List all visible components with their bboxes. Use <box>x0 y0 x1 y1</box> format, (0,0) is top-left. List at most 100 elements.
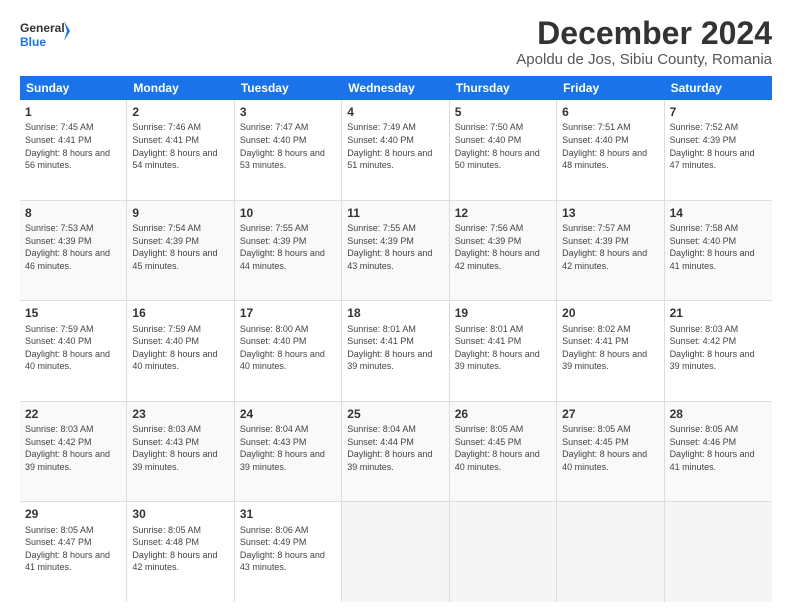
cell-info: Sunrise: 7:53 AMSunset: 4:39 PMDaylight:… <box>25 222 121 272</box>
cell-info: Sunrise: 8:03 AMSunset: 4:42 PMDaylight:… <box>670 323 767 373</box>
day-number: 29 <box>25 506 121 522</box>
cell-info: Sunrise: 7:56 AMSunset: 4:39 PMDaylight:… <box>455 222 551 272</box>
day-cell-30: 30 Sunrise: 8:05 AMSunset: 4:48 PMDayligh… <box>127 502 234 602</box>
header-day-friday: Friday <box>557 76 664 100</box>
day-number: 16 <box>132 305 228 321</box>
day-number: 4 <box>347 104 443 120</box>
day-cell-13: 13Sunrise: 7:57 AMSunset: 4:39 PMDayligh… <box>557 201 664 301</box>
day-cell-31: 31 Sunrise: 8:06 AMSunset: 4:49 PMDayligh… <box>235 502 342 602</box>
day-number: 18 <box>347 305 443 321</box>
day-number: 24 <box>240 406 336 422</box>
week-row-1: 1Sunrise: 7:45 AMSunset: 4:41 PMDaylight… <box>20 100 772 201</box>
day-number: 30 <box>132 506 228 522</box>
cell-info: Sunrise: 8:01 AMSunset: 4:41 PMDaylight:… <box>455 323 551 373</box>
cell-info: Sunrise: 8:05 AMSunset: 4:45 PMDaylight:… <box>455 423 551 473</box>
day-number: 15 <box>25 305 121 321</box>
cell-info: Sunrise: 7:59 AMSunset: 4:40 PMDaylight:… <box>132 323 228 373</box>
day-cell-10: 10Sunrise: 7:55 AMSunset: 4:39 PMDayligh… <box>235 201 342 301</box>
day-number: 14 <box>670 205 767 221</box>
day-cell-24: 24Sunrise: 8:04 AMSunset: 4:43 PMDayligh… <box>235 402 342 502</box>
day-cell-29: 29 Sunrise: 8:05 AMSunset: 4:47 PMDayligh… <box>20 502 127 602</box>
day-number: 6 <box>562 104 658 120</box>
header-day-wednesday: Wednesday <box>342 76 449 100</box>
day-cell-5: 5Sunrise: 7:50 AMSunset: 4:40 PMDaylight… <box>450 100 557 200</box>
day-cell-27: 27Sunrise: 8:05 AMSunset: 4:45 PMDayligh… <box>557 402 664 502</box>
day-number: 10 <box>240 205 336 221</box>
day-number: 31 <box>240 506 336 522</box>
page: General Blue December 2024 Apoldu de Jos… <box>0 0 792 612</box>
cell-info: Sunrise: 8:05 AMSunset: 4:48 PMDaylight:… <box>132 524 228 574</box>
day-number: 27 <box>562 406 658 422</box>
day-cell-2: 2Sunrise: 7:46 AMSunset: 4:41 PMDaylight… <box>127 100 234 200</box>
day-number: 1 <box>25 104 121 120</box>
day-number: 21 <box>670 305 767 321</box>
header-day-saturday: Saturday <box>665 76 772 100</box>
day-cell-12: 12Sunrise: 7:56 AMSunset: 4:39 PMDayligh… <box>450 201 557 301</box>
empty-cell <box>665 502 772 602</box>
cell-info: Sunrise: 7:55 AMSunset: 4:39 PMDaylight:… <box>240 222 336 272</box>
day-number: 17 <box>240 305 336 321</box>
main-title: December 2024 <box>516 16 772 51</box>
header: General Blue December 2024 Apoldu de Jos… <box>20 16 772 68</box>
day-cell-8: 8Sunrise: 7:53 AMSunset: 4:39 PMDaylight… <box>20 201 127 301</box>
cell-info: Sunrise: 8:05 AMSunset: 4:45 PMDaylight:… <box>562 423 658 473</box>
cell-info: Sunrise: 8:04 AMSunset: 4:44 PMDaylight:… <box>347 423 443 473</box>
day-number: 28 <box>670 406 767 422</box>
day-number: 11 <box>347 205 443 221</box>
cell-info: Sunrise: 7:59 AMSunset: 4:40 PMDaylight:… <box>25 323 121 373</box>
day-number: 26 <box>455 406 551 422</box>
cell-info: Sunrise: 8:06 AMSunset: 4:49 PMDaylight:… <box>240 524 336 574</box>
cell-info: Sunrise: 8:02 AMSunset: 4:41 PMDaylight:… <box>562 323 658 373</box>
header-day-monday: Monday <box>127 76 234 100</box>
cell-info: Sunrise: 7:49 AMSunset: 4:40 PMDaylight:… <box>347 121 443 171</box>
calendar-body: 1Sunrise: 7:45 AMSunset: 4:41 PMDaylight… <box>20 100 772 602</box>
day-cell-23: 23Sunrise: 8:03 AMSunset: 4:43 PMDayligh… <box>127 402 234 502</box>
cell-info: Sunrise: 8:05 AMSunset: 4:47 PMDaylight:… <box>25 524 121 574</box>
day-cell-1: 1Sunrise: 7:45 AMSunset: 4:41 PMDaylight… <box>20 100 127 200</box>
svg-text:Blue: Blue <box>20 35 46 49</box>
day-number: 12 <box>455 205 551 221</box>
day-number: 5 <box>455 104 551 120</box>
day-number: 23 <box>132 406 228 422</box>
cell-info: Sunrise: 7:55 AMSunset: 4:39 PMDaylight:… <box>347 222 443 272</box>
empty-cell <box>342 502 449 602</box>
cell-info: Sunrise: 7:57 AMSunset: 4:39 PMDaylight:… <box>562 222 658 272</box>
cell-info: Sunrise: 7:50 AMSunset: 4:40 PMDaylight:… <box>455 121 551 171</box>
week-row-4: 22Sunrise: 8:03 AMSunset: 4:42 PMDayligh… <box>20 402 772 503</box>
day-cell-9: 9Sunrise: 7:54 AMSunset: 4:39 PMDaylight… <box>127 201 234 301</box>
cell-info: Sunrise: 8:01 AMSunset: 4:41 PMDaylight:… <box>347 323 443 373</box>
calendar-header: SundayMondayTuesdayWednesdayThursdayFrid… <box>20 76 772 100</box>
day-cell-14: 14Sunrise: 7:58 AMSunset: 4:40 PMDayligh… <box>665 201 772 301</box>
day-number: 2 <box>132 104 228 120</box>
week-row-3: 15 Sunrise: 7:59 AMSunset: 4:40 PMDayligh… <box>20 301 772 402</box>
cell-info: Sunrise: 8:00 AMSunset: 4:40 PMDaylight:… <box>240 323 336 373</box>
cell-info: Sunrise: 8:04 AMSunset: 4:43 PMDaylight:… <box>240 423 336 473</box>
day-cell-4: 4Sunrise: 7:49 AMSunset: 4:40 PMDaylight… <box>342 100 449 200</box>
week-row-2: 8Sunrise: 7:53 AMSunset: 4:39 PMDaylight… <box>20 201 772 302</box>
cell-info: Sunrise: 7:46 AMSunset: 4:41 PMDaylight:… <box>132 121 228 171</box>
header-day-sunday: Sunday <box>20 76 127 100</box>
day-cell-6: 6Sunrise: 7:51 AMSunset: 4:40 PMDaylight… <box>557 100 664 200</box>
week-row-5: 29 Sunrise: 8:05 AMSunset: 4:47 PMDayligh… <box>20 502 772 602</box>
calendar: SundayMondayTuesdayWednesdayThursdayFrid… <box>20 76 772 602</box>
empty-cell <box>450 502 557 602</box>
day-cell-16: 16 Sunrise: 7:59 AMSunset: 4:40 PMDayligh… <box>127 301 234 401</box>
day-cell-25: 25Sunrise: 8:04 AMSunset: 4:44 PMDayligh… <box>342 402 449 502</box>
subtitle: Apoldu de Jos, Sibiu County, Romania <box>516 51 772 68</box>
day-cell-15: 15 Sunrise: 7:59 AMSunset: 4:40 PMDayligh… <box>20 301 127 401</box>
cell-info: Sunrise: 7:47 AMSunset: 4:40 PMDaylight:… <box>240 121 336 171</box>
cell-info: Sunrise: 8:05 AMSunset: 4:46 PMDaylight:… <box>670 423 767 473</box>
day-cell-17: 17 Sunrise: 8:00 AMSunset: 4:40 PMDayligh… <box>235 301 342 401</box>
day-cell-22: 22Sunrise: 8:03 AMSunset: 4:42 PMDayligh… <box>20 402 127 502</box>
day-cell-11: 11Sunrise: 7:55 AMSunset: 4:39 PMDayligh… <box>342 201 449 301</box>
day-cell-21: 21 Sunrise: 8:03 AMSunset: 4:42 PMDayligh… <box>665 301 772 401</box>
day-number: 13 <box>562 205 658 221</box>
header-day-tuesday: Tuesday <box>235 76 342 100</box>
cell-info: Sunrise: 8:03 AMSunset: 4:43 PMDaylight:… <box>132 423 228 473</box>
cell-info: Sunrise: 7:45 AMSunset: 4:41 PMDaylight:… <box>25 121 121 171</box>
day-number: 8 <box>25 205 121 221</box>
svg-text:General: General <box>20 21 65 35</box>
day-cell-20: 20Sunrise: 8:02 AMSunset: 4:41 PMDayligh… <box>557 301 664 401</box>
cell-info: Sunrise: 7:54 AMSunset: 4:39 PMDaylight:… <box>132 222 228 272</box>
day-cell-26: 26Sunrise: 8:05 AMSunset: 4:45 PMDayligh… <box>450 402 557 502</box>
